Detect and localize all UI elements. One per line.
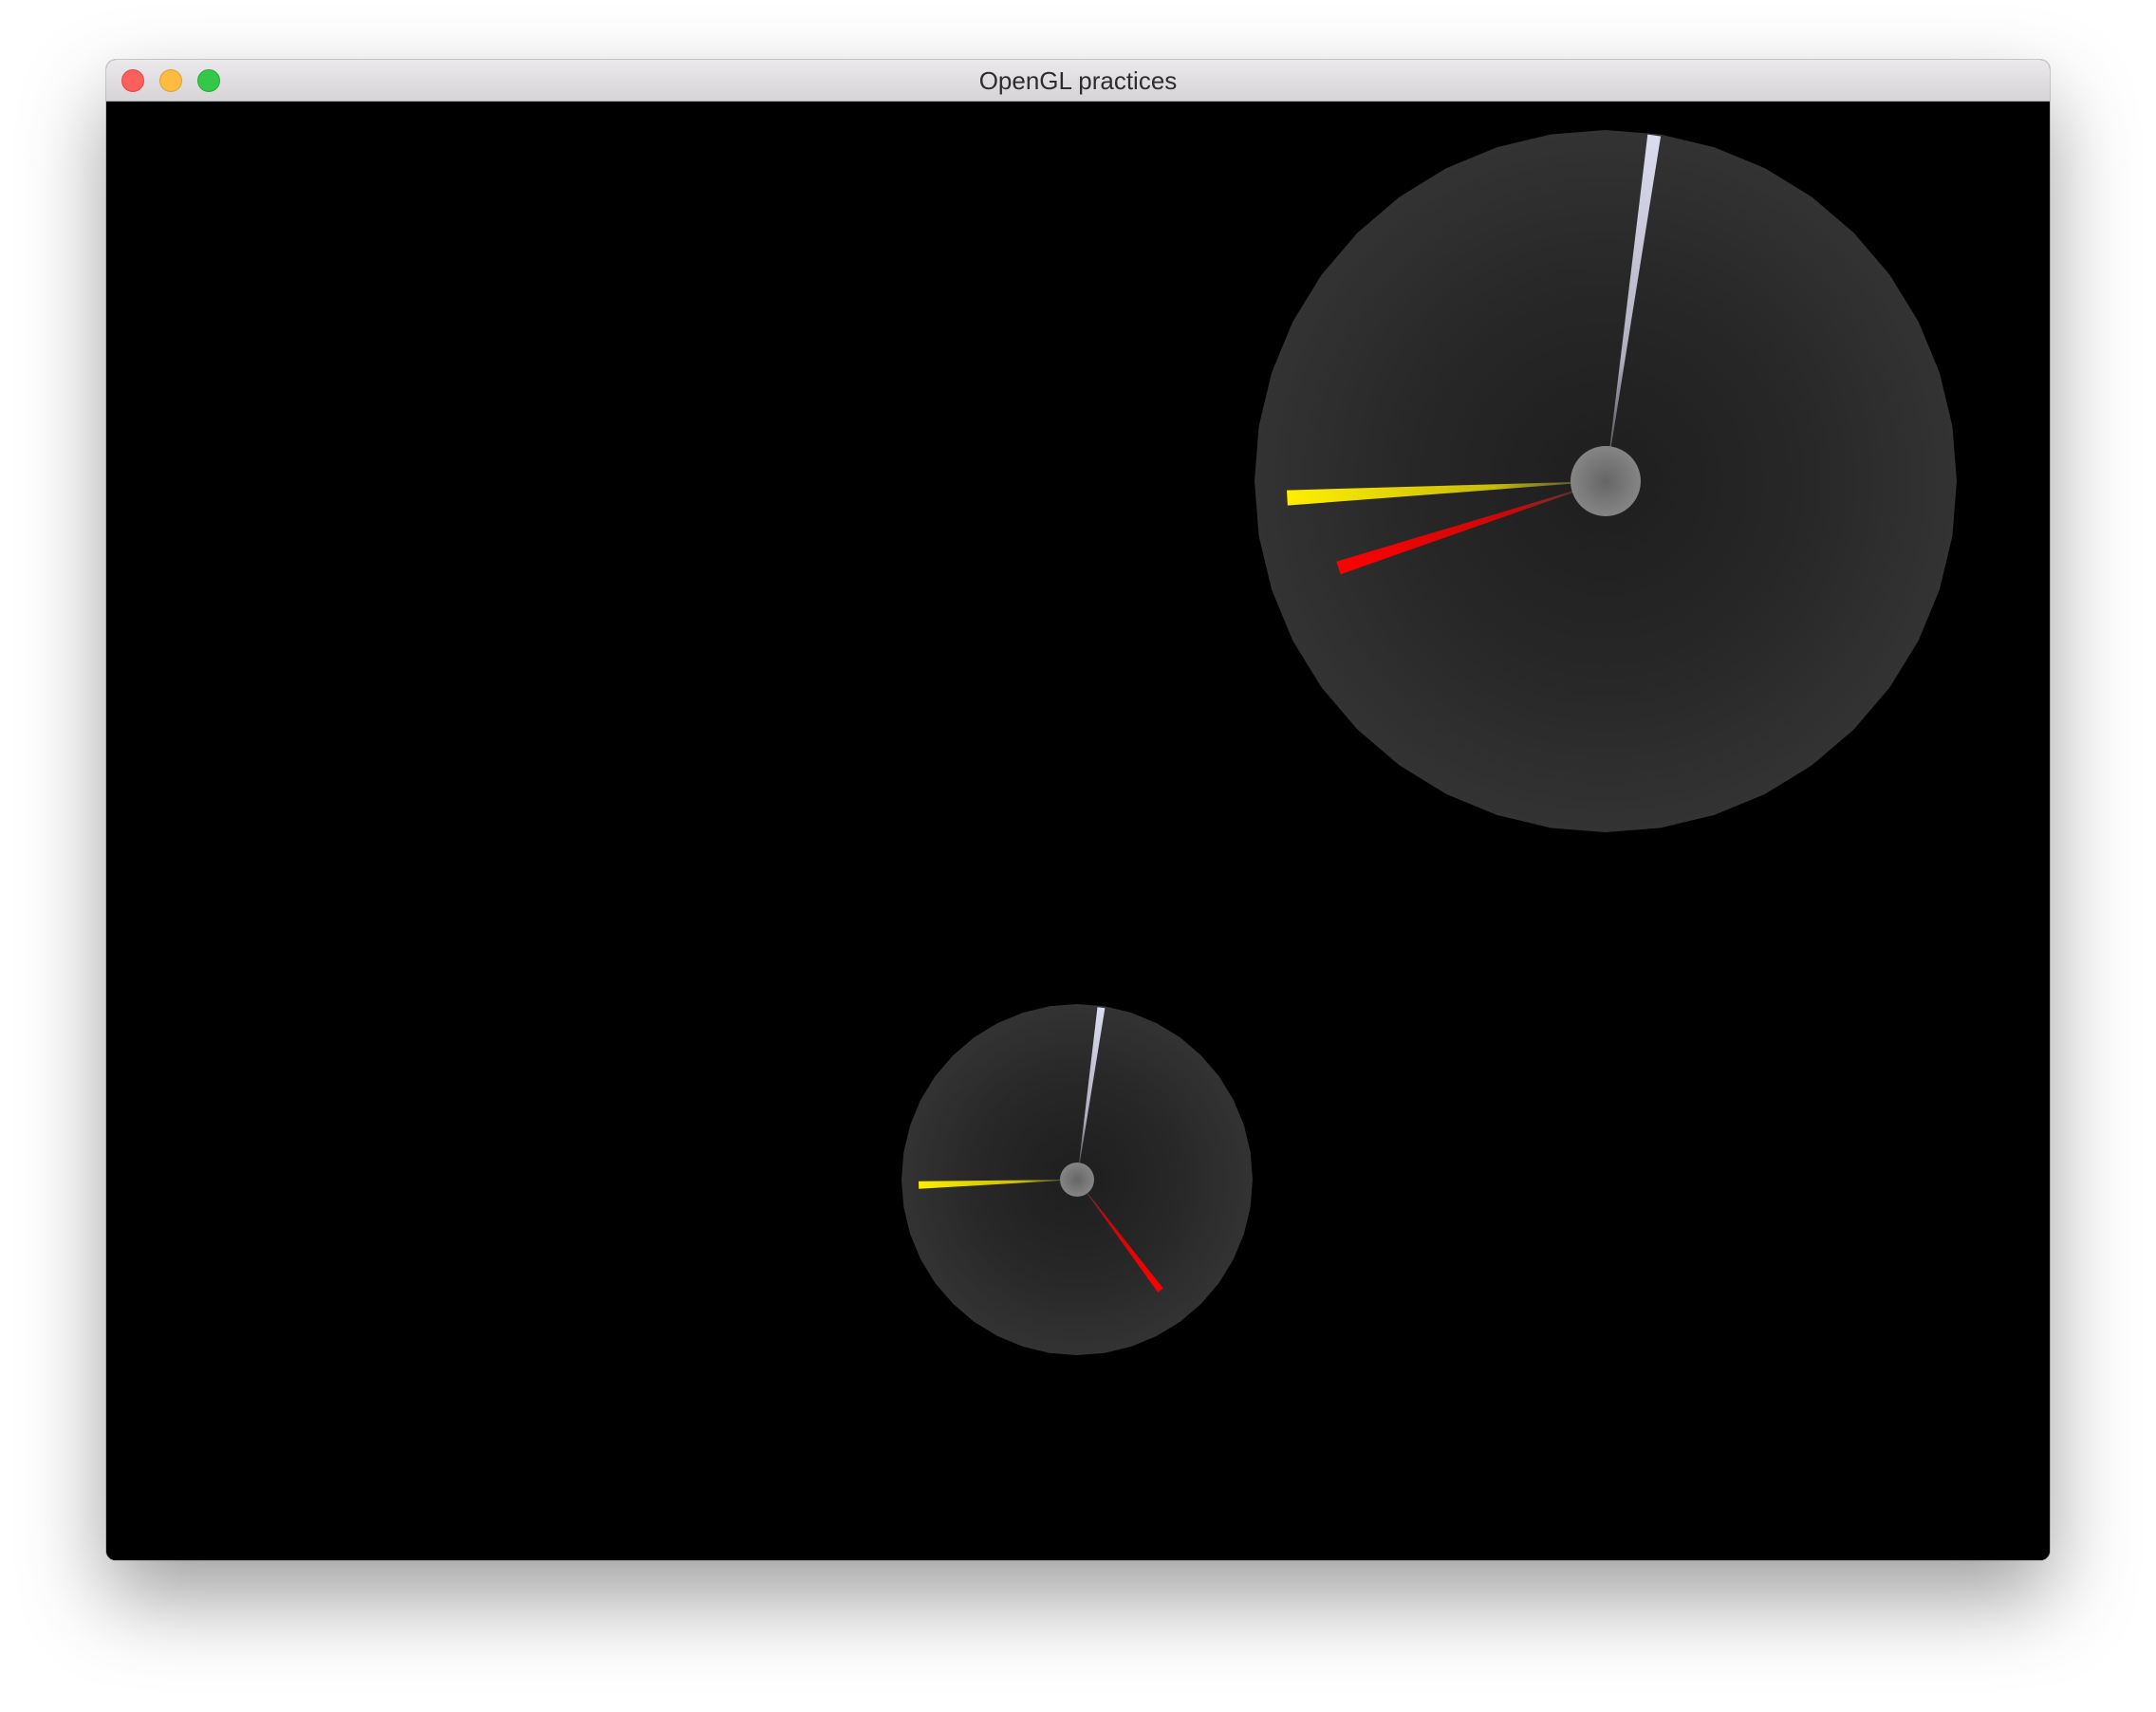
opengl-canvas[interactable] [106,102,2050,1560]
clock-hub [1060,1163,1094,1197]
app-window: OpenGL practices [106,60,2050,1560]
small-clock [901,1004,1253,1355]
title-bar[interactable]: OpenGL practices [106,60,2050,102]
window-title: OpenGL practices [978,66,1178,95]
clock-hub [1571,446,1641,516]
large-clock [1255,130,1957,832]
scene-svg [106,102,2050,1560]
